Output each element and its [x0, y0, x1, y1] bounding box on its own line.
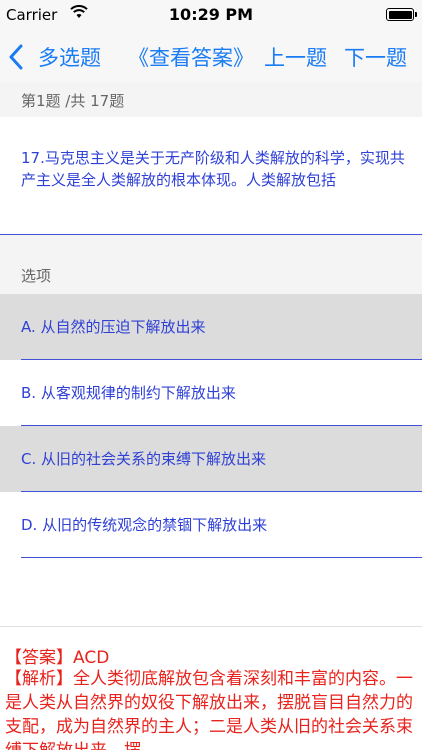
answer-panel: 【答案】ACD 【解析】全人类彻底解放包含着深刻和丰富的内容。一是人类从自然界的…	[0, 626, 422, 750]
option-label: A. 从自然的压迫下解放出来	[21, 318, 206, 336]
status-time: 10:29 PM	[168, 5, 254, 24]
options-heading: 选项	[21, 267, 52, 285]
previous-question-button[interactable]: 上一题	[264, 42, 327, 72]
question-card: 17.马克思主义是关于无产阶级和人类解放的科学，实现共产主义是全人类解放的根本体…	[0, 117, 422, 235]
navigation-bar: 多选题 《查看答案》 上一题 下一题	[0, 30, 422, 82]
option-d[interactable]: D. 从旧的传统观念的禁锢下解放出来	[0, 492, 422, 558]
option-label: C. 从旧的社会关系的束缚下解放出来	[21, 450, 267, 468]
spacer	[0, 558, 422, 626]
status-bar: Carrier 10:29 PM	[0, 0, 422, 30]
back-button[interactable]: 多选题	[38, 42, 101, 72]
option-a[interactable]: A. 从自然的压迫下解放出来	[0, 294, 422, 360]
battery-icon	[386, 8, 417, 21]
option-label: B. 从客观规律的制约下解放出来	[21, 384, 236, 402]
answer-text: 【答案】ACD	[5, 648, 110, 668]
question-text: 17.马克思主义是关于无产阶级和人类解放的科学，实现共产主义是全人类解放的根本体…	[21, 149, 405, 189]
question-counter: 第1题 /共 17题	[21, 92, 125, 110]
option-b[interactable]: B. 从客观规律的制约下解放出来	[0, 360, 422, 426]
option-label: D. 从旧的传统观念的禁锢下解放出来	[21, 516, 268, 534]
chevron-left-icon[interactable]	[8, 44, 24, 75]
view-answer-button[interactable]: 《查看答案》	[128, 42, 254, 72]
option-c[interactable]: C. 从旧的社会关系的束缚下解放出来	[0, 426, 422, 492]
analysis-text: 【解析】全人类彻底解放包含着深刻和丰富的内容。一是人类从自然界的奴役下解放出来，…	[5, 669, 413, 750]
next-question-button[interactable]: 下一题	[344, 42, 407, 72]
